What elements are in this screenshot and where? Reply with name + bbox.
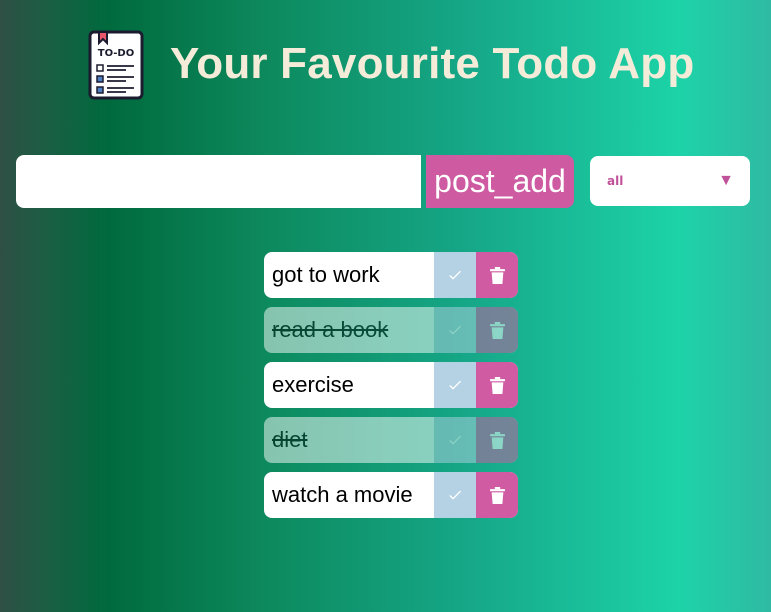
filter-selected-value: all: [607, 174, 624, 188]
todo-text: read a book: [272, 317, 389, 342]
delete-button[interactable]: [476, 252, 518, 298]
check-icon: [449, 380, 461, 390]
todo-text: watch a movie: [272, 482, 413, 507]
delete-button[interactable]: [476, 362, 518, 408]
todo-item: exercise: [264, 362, 518, 408]
todo-clipboard-icon: TO-DO: [88, 30, 144, 100]
delete-button[interactable]: [476, 307, 518, 353]
chevron-down-icon: ▼: [718, 172, 734, 189]
page-title: Your Favourite Todo App: [170, 39, 695, 88]
trash-icon: [489, 431, 505, 449]
complete-button[interactable]: [434, 362, 476, 408]
delete-button[interactable]: [476, 472, 518, 518]
add-todo-button[interactable]: post_add: [426, 155, 574, 208]
trash-icon: [489, 376, 505, 394]
trash-icon: [489, 266, 505, 284]
todo-list: got to work read a book exercise diet wa…: [264, 252, 518, 527]
todo-item: diet: [264, 417, 518, 463]
todo-text: diet: [272, 427, 308, 452]
complete-button[interactable]: [434, 417, 476, 463]
todo-form: post_add: [16, 155, 574, 208]
app-header: TO-DO Your Favourite Todo App: [86, 26, 694, 102]
todo-item: watch a movie: [264, 472, 518, 518]
todo-text: got to work: [272, 262, 380, 287]
filter-select[interactable]: all ▼: [590, 156, 750, 206]
check-icon: [449, 270, 461, 280]
todo-text: exercise: [272, 372, 354, 397]
check-icon: [449, 490, 461, 500]
check-icon: [449, 435, 461, 445]
trash-icon: [489, 321, 505, 339]
trash-icon: [489, 486, 505, 504]
todo-item: read a book: [264, 307, 518, 353]
complete-button[interactable]: [434, 252, 476, 298]
complete-button[interactable]: [434, 472, 476, 518]
check-icon: [449, 325, 461, 335]
complete-button[interactable]: [434, 307, 476, 353]
delete-button[interactable]: [476, 417, 518, 463]
todo-input[interactable]: [16, 155, 421, 208]
logo-text: TO-DO: [98, 48, 134, 59]
todo-item: got to work: [264, 252, 518, 298]
